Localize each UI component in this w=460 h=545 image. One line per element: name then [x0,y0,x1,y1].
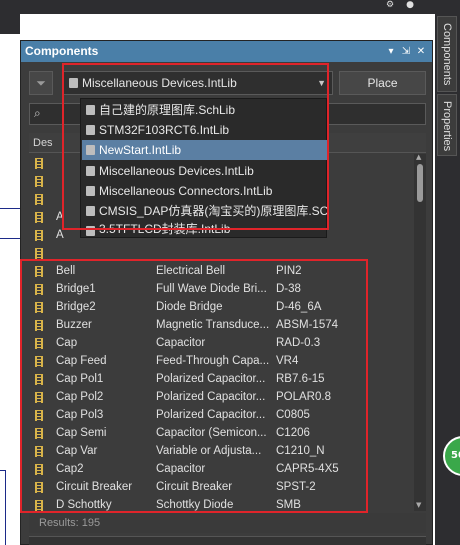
schematic-wire [0,208,20,209]
component-icon [35,158,43,169]
highlight-box-components [20,259,368,513]
component-icon [35,230,43,241]
schematic-wire [0,238,20,239]
panel-dock-icon[interactable]: ⇲ [400,41,412,62]
filter-button[interactable]: ⏷ [29,71,53,95]
funnel-icon: ⏷ [36,76,46,90]
panel-menu-icon[interactable]: ▾ [385,41,397,62]
settings-icon[interactable]: ⚙ [384,0,396,10]
component-icon [35,212,43,223]
schematic-document [0,34,20,545]
scroll-up-icon[interactable]: ▲ [416,153,421,161]
tab-properties[interactable]: Properties [437,94,457,156]
scroll-down-icon[interactable]: ▼ [416,501,421,509]
search-icon: ⌕ [34,106,41,120]
schematic-area [0,14,20,545]
panel-close-icon[interactable]: ✕ [415,41,427,62]
app-top-bar: ⚙ ● [0,0,460,14]
panel-title-bar[interactable]: Components ▾ ⇲ ✕ [21,41,432,62]
component-icon [35,176,43,187]
results-count: Results: 195 [29,513,426,533]
schematic-wire [5,470,6,545]
highlight-box-library [62,63,329,230]
place-button[interactable]: Place [339,71,426,95]
schematic-wire [0,470,6,471]
details-splitter[interactable] [29,536,426,545]
panel-title: Components [25,44,99,58]
column-header-design-item[interactable]: Des [33,133,53,153]
component-icon [35,248,43,259]
account-icon[interactable]: ● [404,0,416,10]
tab-components[interactable]: Components [437,16,457,92]
component-icon [35,194,43,205]
scrollbar-thumb[interactable] [417,164,423,202]
vertical-scrollbar[interactable]: ▲ ▼ [414,153,426,511]
